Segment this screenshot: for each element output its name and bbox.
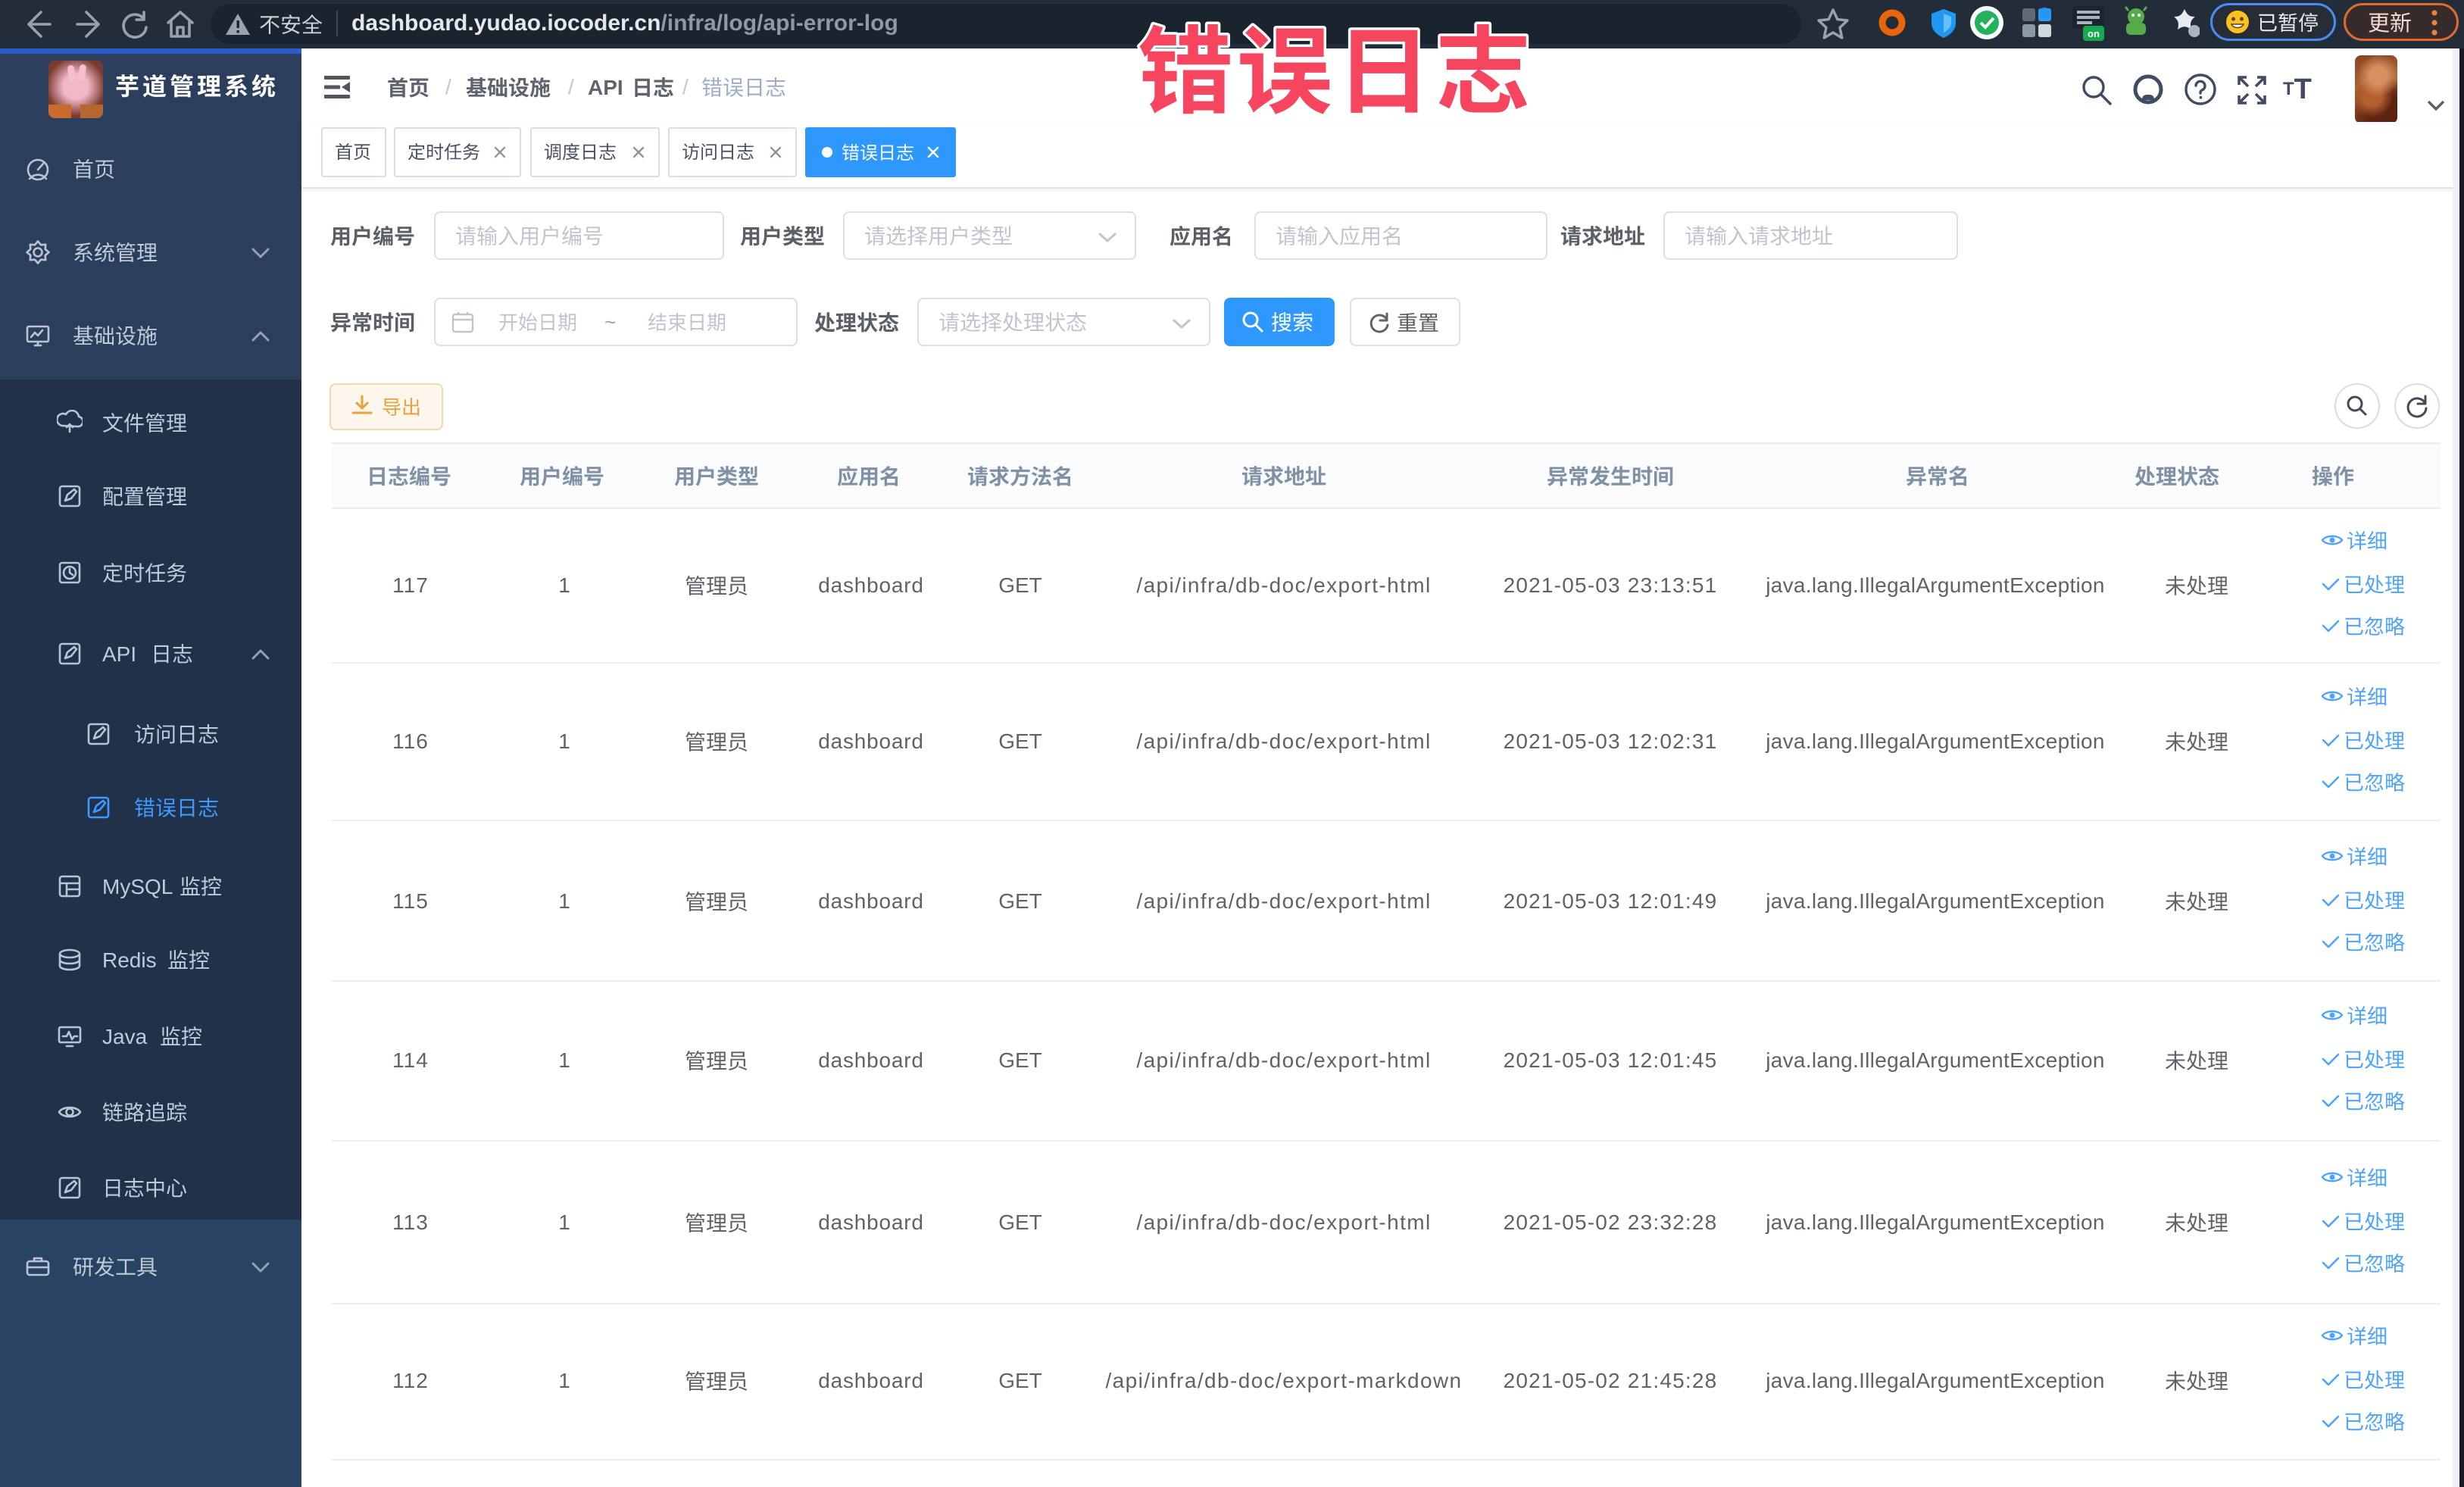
svg-text:on: on [2088,28,2100,39]
